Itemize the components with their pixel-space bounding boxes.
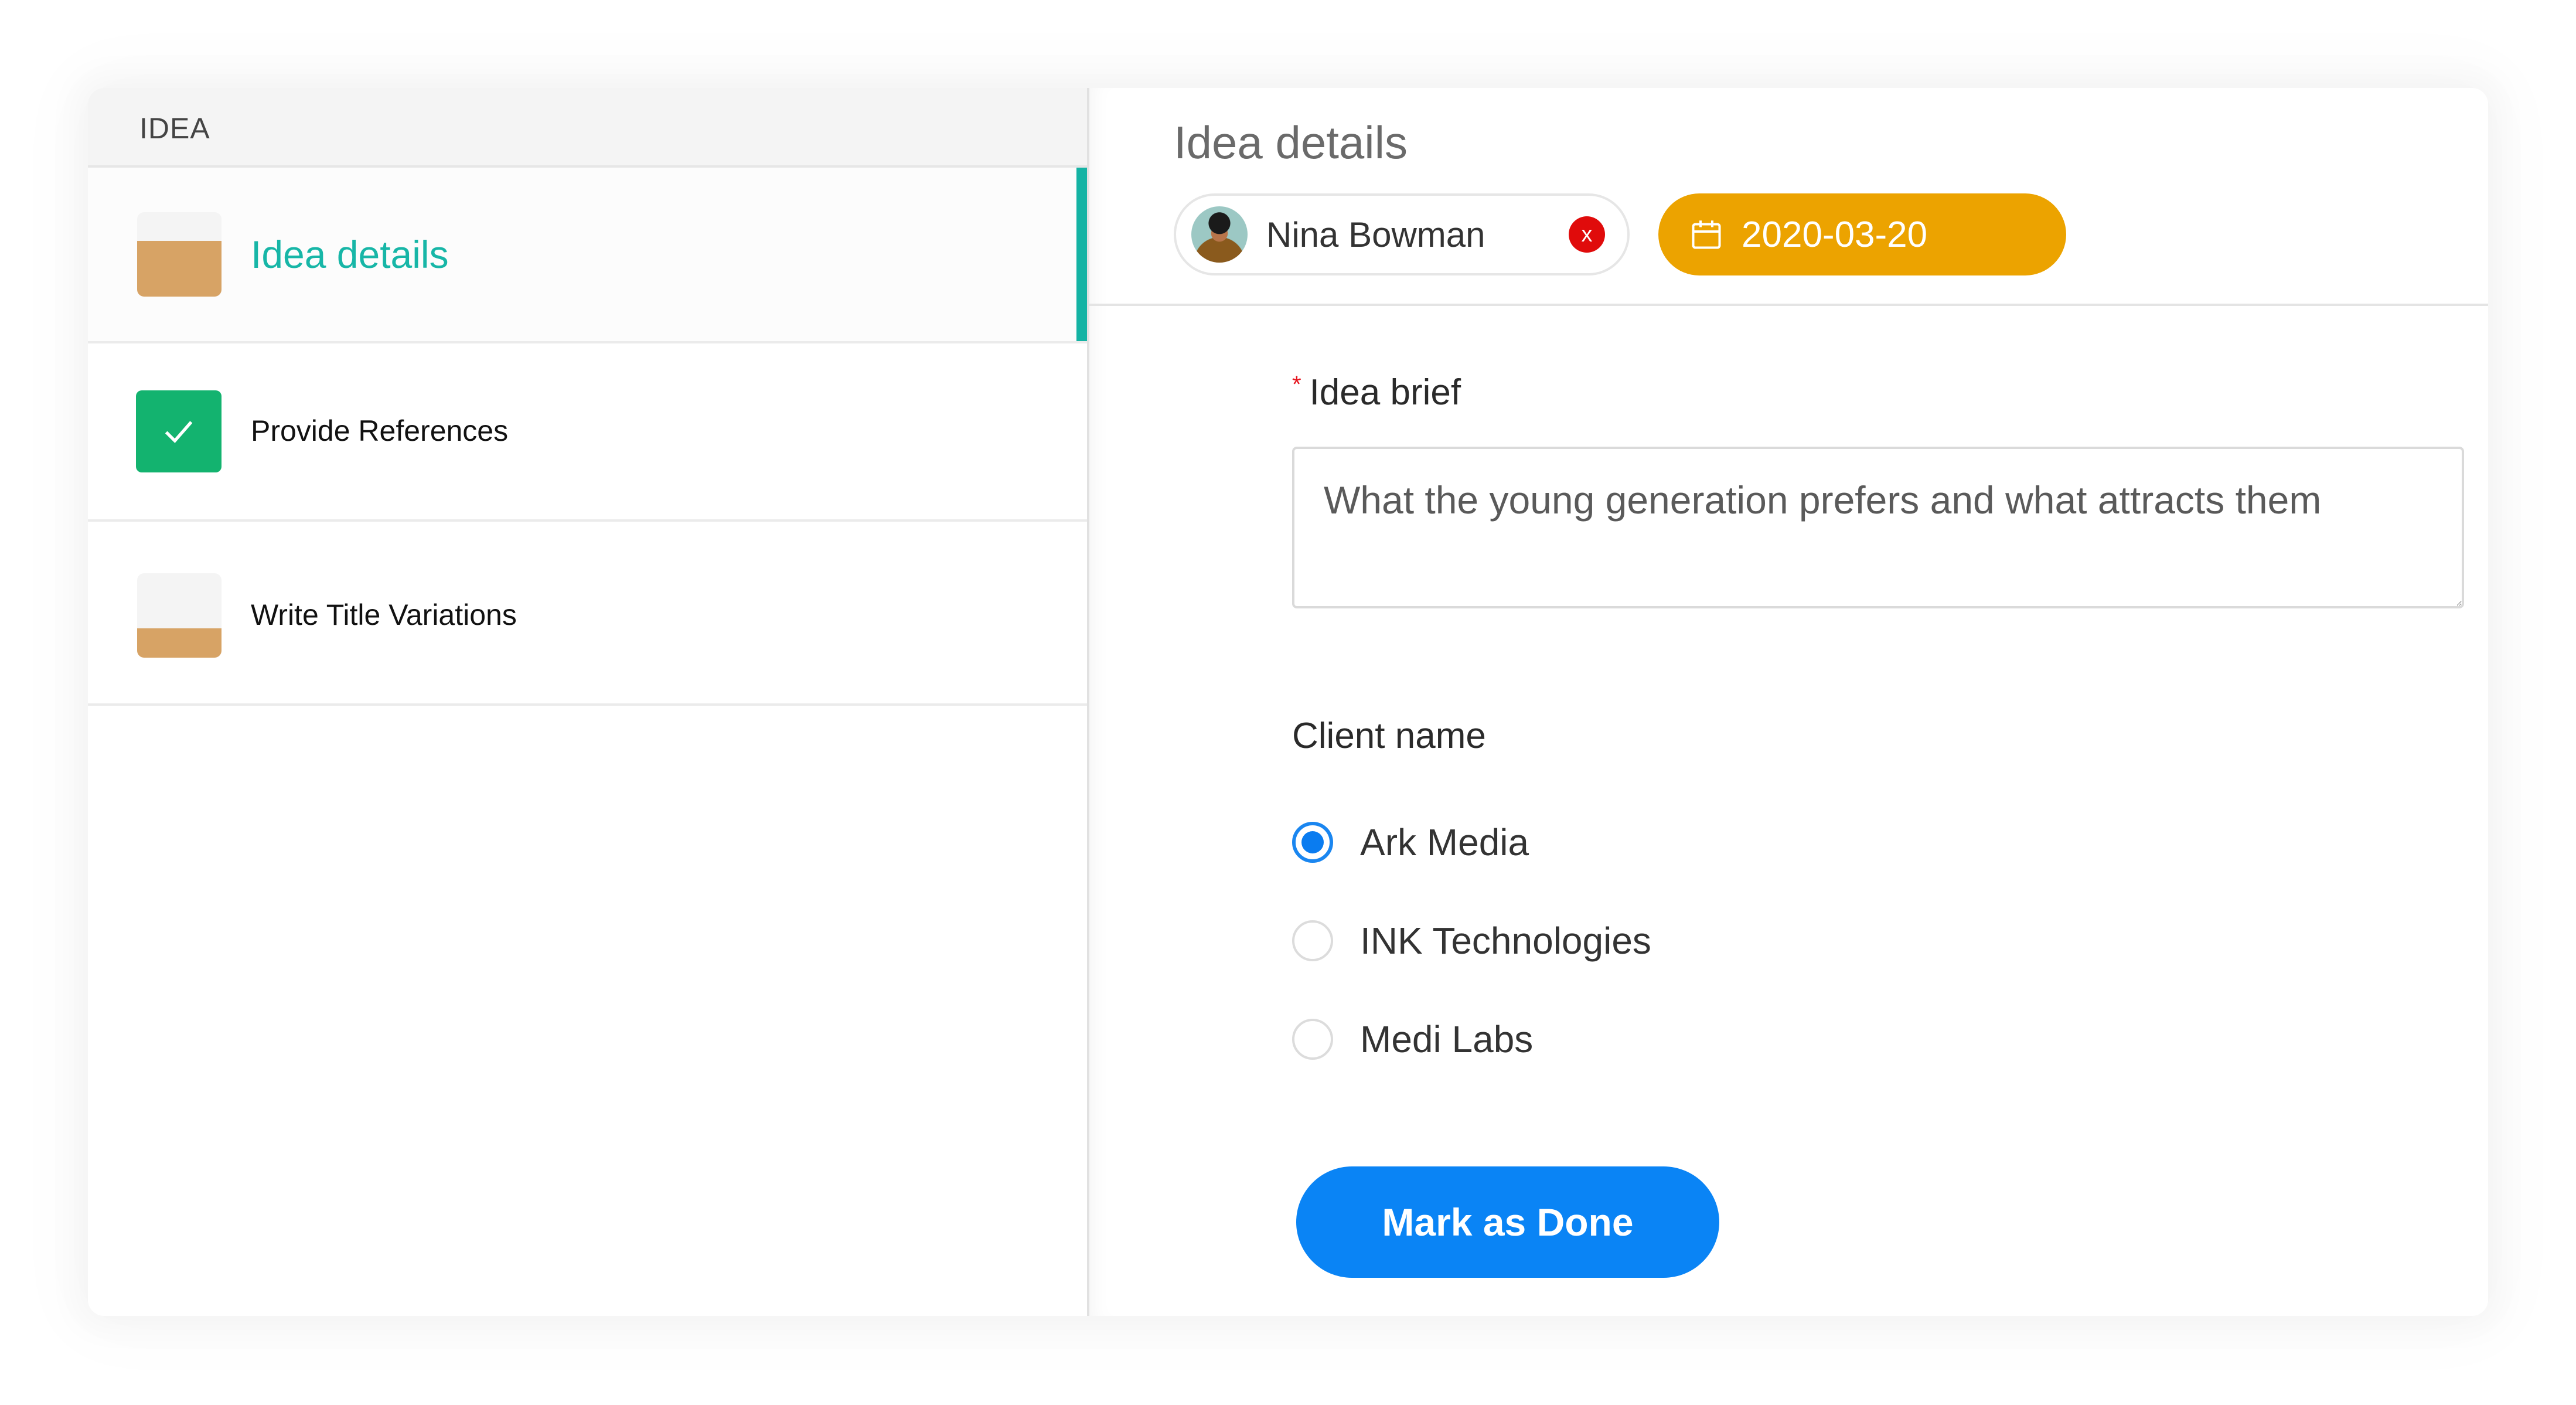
client-option-ink-technologies[interactable]: INK Technologies [1292, 919, 1651, 962]
avatar [1191, 206, 1248, 263]
radio-button[interactable] [1292, 920, 1333, 961]
task-title: Write Title Variations [251, 598, 517, 631]
client-option-medi-labs[interactable]: Medi Labs [1292, 1018, 1533, 1061]
client-option-ark-media[interactable]: Ark Media [1292, 821, 1529, 864]
idea-brief-input[interactable] [1292, 447, 2464, 608]
sidebar-header-label: IDEA [139, 112, 210, 145]
progress-fill [137, 240, 222, 297]
check-icon [136, 390, 222, 472]
due-date-chip[interactable]: 2020-03-20 [1658, 193, 2066, 275]
sidebar-header: IDEA [88, 88, 1087, 168]
client-name-label: Client name [1292, 716, 1486, 756]
detail-title: Idea details [1174, 117, 1408, 168]
header-divider [1089, 304, 2488, 306]
idea-brief-label: * Idea brief [1292, 372, 1461, 413]
detail-panel: Idea details Nina Bowman x 2020-03-20 * I… [1089, 88, 2488, 1316]
radio-label: Ark Media [1360, 821, 1529, 863]
progress-icon [137, 573, 222, 658]
mark-as-done-button[interactable]: Mark as Done [1296, 1166, 1719, 1278]
radio-label: INK Technologies [1360, 920, 1651, 962]
task-card: IDEA Idea details Provide References Wri… [88, 88, 2488, 1316]
idea-brief-label-text: Idea brief [1309, 372, 1461, 413]
due-date-text: 2020-03-20 [1742, 214, 1928, 255]
radio-button[interactable] [1292, 1019, 1333, 1060]
assignee-chip[interactable]: Nina Bowman x [1174, 193, 1630, 275]
task-item-provide-references[interactable]: Provide References [88, 343, 1087, 522]
progress-icon [137, 212, 222, 297]
task-title: Idea details [251, 233, 449, 276]
radio-button[interactable] [1292, 822, 1333, 863]
task-item-write-title-variations[interactable]: Write Title Variations [88, 522, 1087, 706]
task-sidebar: IDEA Idea details Provide References Wri… [88, 88, 1089, 1316]
calendar-icon [1692, 220, 1721, 249]
assignee-name: Nina Bowman [1266, 215, 1485, 254]
task-title: Provide References [251, 414, 509, 447]
active-indicator [1076, 168, 1087, 341]
progress-fill [137, 628, 222, 658]
required-marker: * [1292, 372, 1301, 397]
remove-assignee-icon[interactable]: x [1569, 216, 1605, 253]
radio-label: Medi Labs [1360, 1018, 1534, 1060]
task-item-idea-details[interactable]: Idea details [88, 168, 1087, 343]
